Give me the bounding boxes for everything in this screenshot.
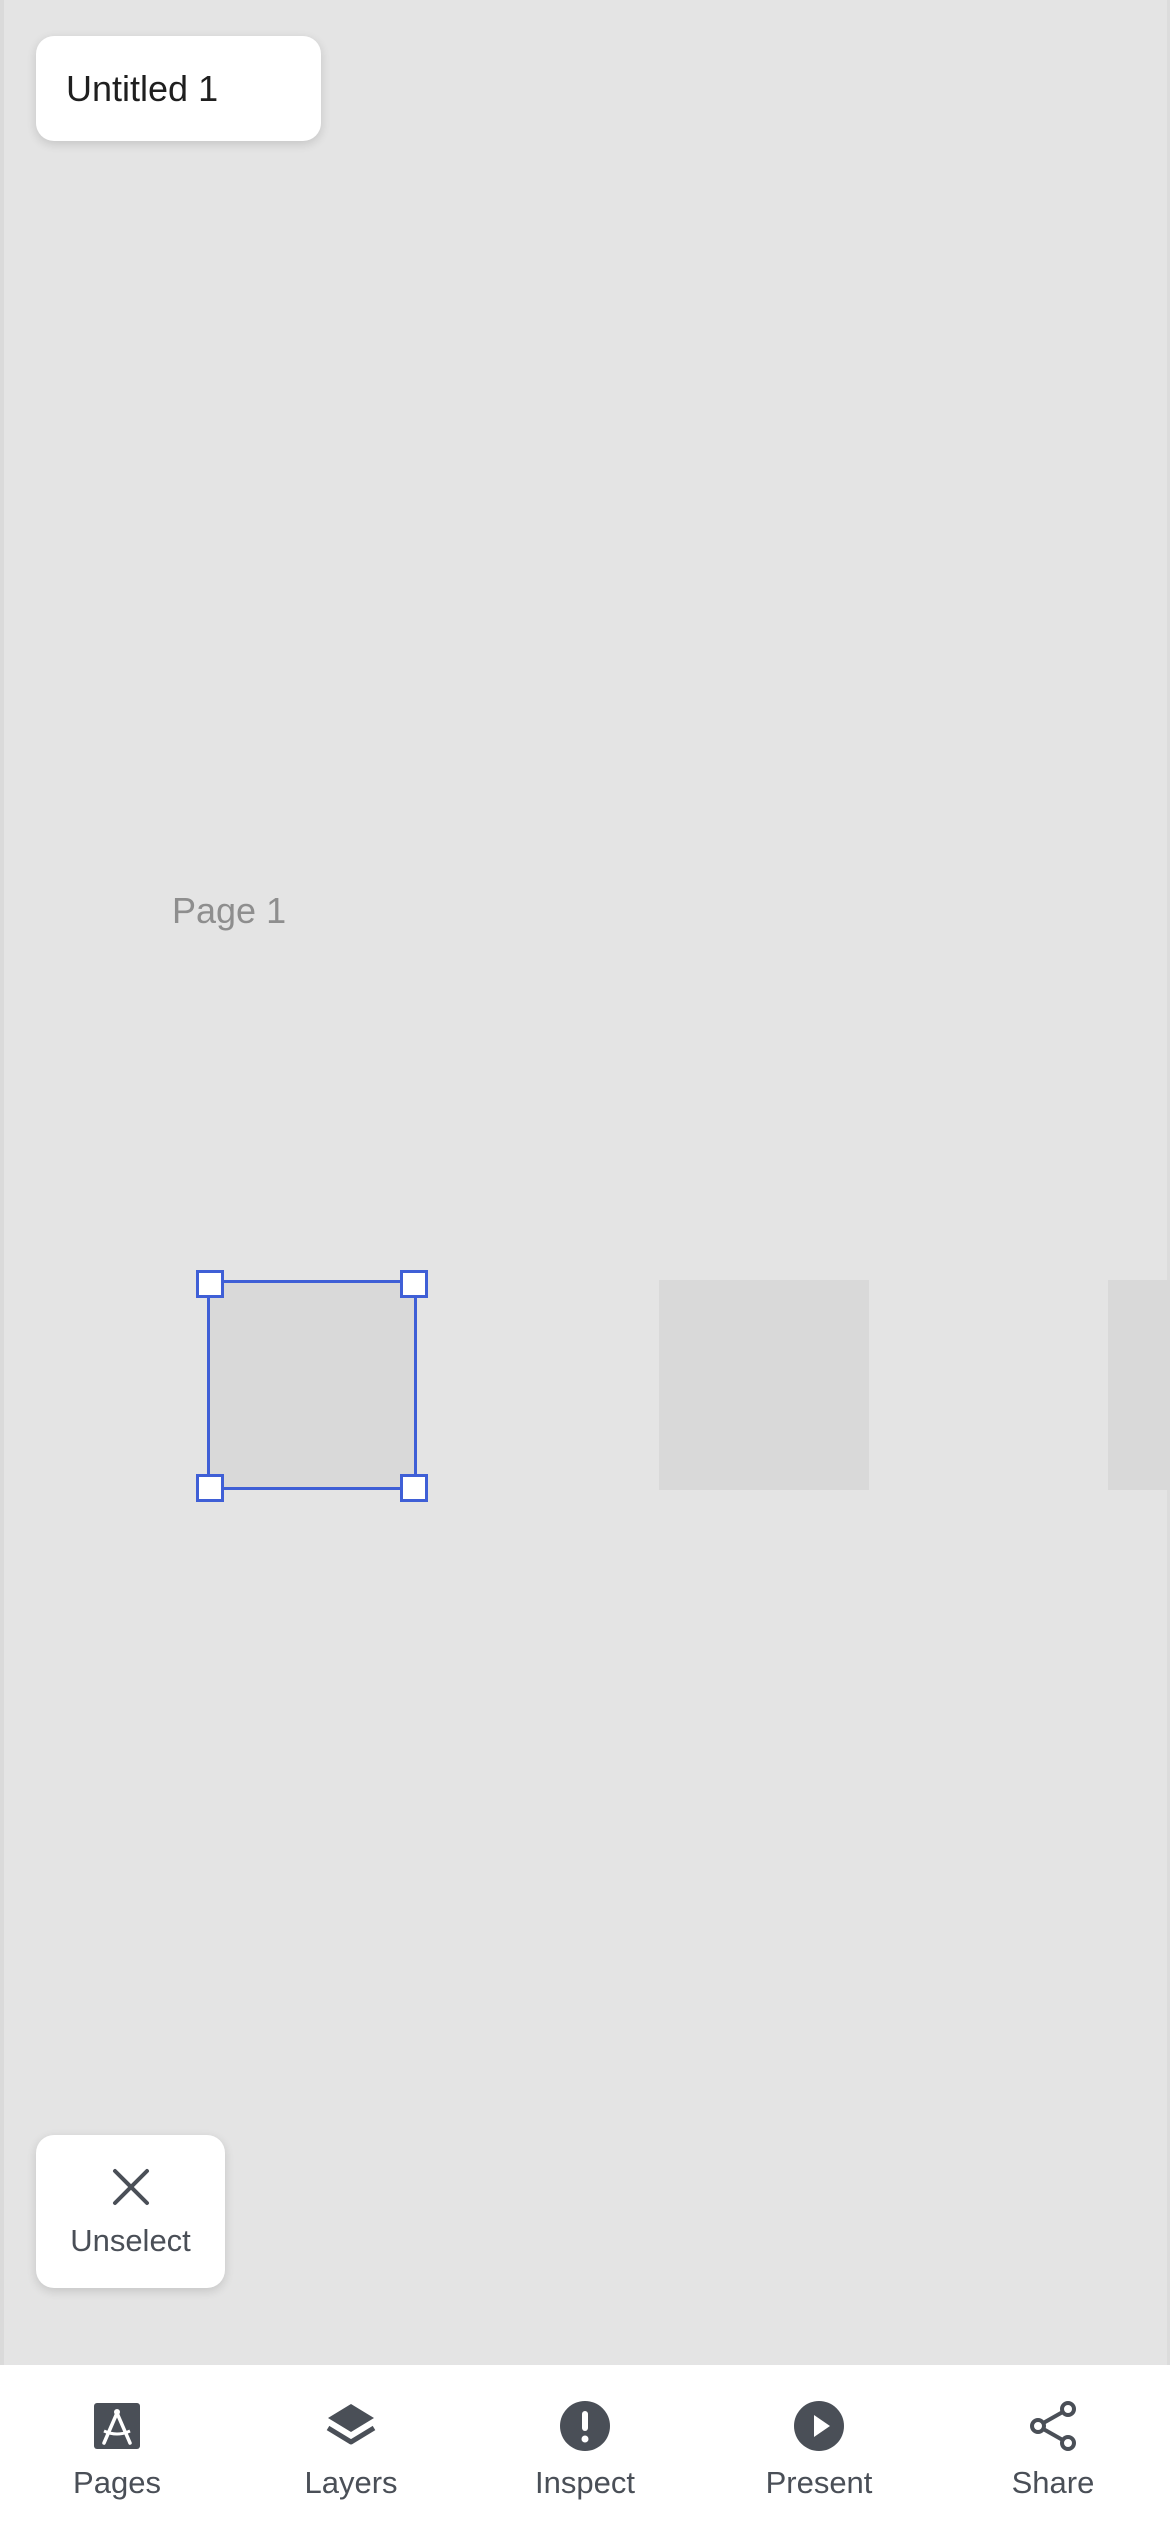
nav-share[interactable]: Share <box>953 2399 1153 2501</box>
layers-icon <box>324 2399 378 2453</box>
present-icon <box>792 2399 846 2453</box>
document-title: Untitled 1 <box>66 67 219 109</box>
nav-inspect-label: Inspect <box>535 2465 635 2500</box>
nav-share-label: Share <box>1011 2465 1095 2500</box>
shape[interactable] <box>659 1280 869 1490</box>
nav-inspect[interactable]: Inspect <box>485 2399 685 2501</box>
resize-handle-bottom-right[interactable] <box>400 1474 428 1502</box>
unselect-label: Unselect <box>70 2222 191 2258</box>
bottom-navigation: Pages Layers Inspect Present Share <box>0 2365 1170 2532</box>
nav-layers[interactable]: Layers <box>251 2399 451 2501</box>
resize-handle-top-left[interactable] <box>196 1270 224 1298</box>
page-label: Page 1 <box>172 890 287 931</box>
resize-handle-bottom-left[interactable] <box>196 1474 224 1502</box>
pages-icon <box>90 2399 144 2453</box>
nav-present[interactable]: Present <box>719 2399 919 2501</box>
unselect-button[interactable]: Unselect <box>36 2135 225 2288</box>
nav-layers-label: Layers <box>304 2465 398 2500</box>
document-title-button[interactable]: Untitled 1 <box>36 36 321 141</box>
design-canvas[interactable]: Untitled 1 Page 1 Unselect <box>0 0 1170 2365</box>
nav-pages-label: Pages <box>73 2465 161 2500</box>
share-icon <box>1026 2399 1080 2453</box>
resize-handle-top-right[interactable] <box>400 1270 428 1298</box>
nav-present-label: Present <box>765 2465 873 2500</box>
canvas-left-edge <box>0 0 4 2365</box>
selected-shape[interactable] <box>207 1280 417 1490</box>
inspect-icon <box>558 2399 612 2453</box>
nav-pages[interactable]: Pages <box>17 2399 217 2501</box>
close-icon <box>112 2168 149 2205</box>
shape-partial[interactable] <box>1108 1280 1170 1490</box>
